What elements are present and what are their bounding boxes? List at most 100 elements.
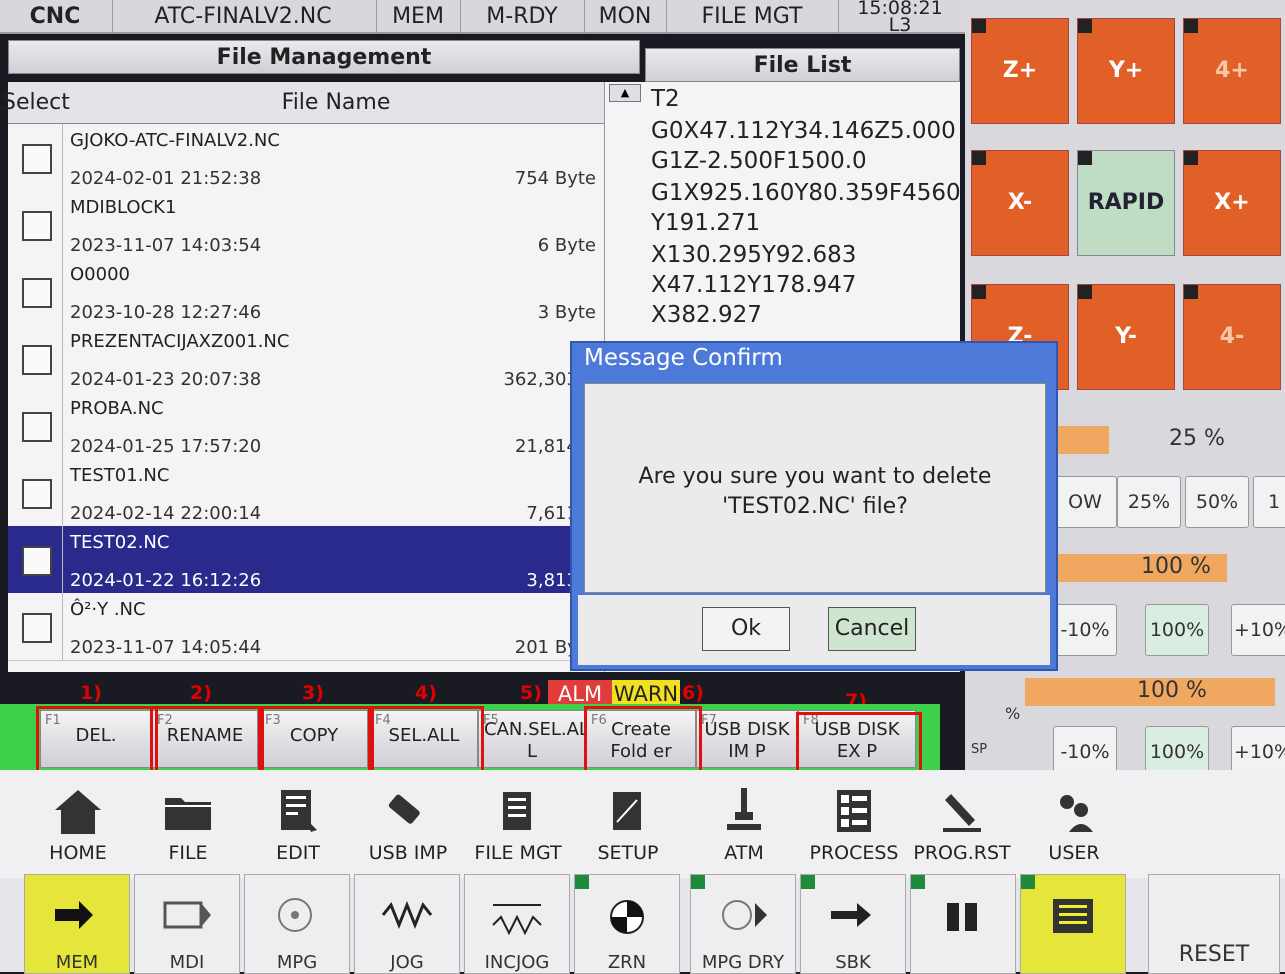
usb-icon <box>388 794 420 824</box>
cancel-button[interactable]: Cancel <box>828 607 916 651</box>
mode-zrn-button[interactable]: ZRN <box>574 874 680 974</box>
ok-button[interactable]: Ok <box>702 607 790 651</box>
file-table-header: Select File Name <box>2 82 604 124</box>
feed-override-plus[interactable]: +10% <box>1231 604 1285 656</box>
mode-label: MDI <box>169 952 205 973</box>
file-management-icon <box>503 792 531 830</box>
home-label: HOME <box>49 842 107 864</box>
file-name: PREZENTACIJAXZ001.NC <box>70 331 290 352</box>
softkey-rename[interactable]: F2 RENAME <box>152 710 258 768</box>
brand-logo: CNC <box>29 4 81 29</box>
mode-jog-button[interactable]: JOG <box>354 874 460 974</box>
mpg-dry-icon <box>722 900 767 930</box>
mode-label: ZRN <box>607 952 647 973</box>
rapid-override-25[interactable]: 25% <box>1117 476 1181 528</box>
setup-button[interactable]: SETUP <box>578 778 678 870</box>
mode-mpg-button[interactable]: MPG <box>244 874 350 974</box>
jog-4-plus-button[interactable]: 4+ <box>1183 18 1281 124</box>
softkey-select-all[interactable]: F4 SEL.ALL <box>370 710 478 768</box>
dialog-title: Message Confirm <box>584 345 783 371</box>
dialog-footer: Ok Cancel <box>578 595 1050 665</box>
file-mgt-button[interactable]: FILE MGT <box>468 778 568 870</box>
softkey-delete[interactable]: F1 DEL. <box>40 710 152 768</box>
jog-z-plus-button[interactable]: Z+ <box>971 18 1069 124</box>
mode-label: MPG DRY <box>701 952 785 973</box>
softkey-usb-export[interactable]: F8 USB DISK EX P <box>798 710 916 768</box>
mode-mem-button[interactable]: MEM <box>24 874 130 974</box>
prog-rst-button[interactable]: PROG.RST <box>912 778 1012 870</box>
usb-import-button[interactable]: USB IMP <box>358 778 458 870</box>
jog-label: Y+ <box>1108 58 1144 83</box>
atm-button[interactable]: ATM <box>694 778 794 870</box>
user-button[interactable]: USER <box>1024 778 1124 870</box>
code-line: G0X47.112Y34.146Z5.000 <box>651 118 956 144</box>
process-button[interactable]: PROCESS <box>804 778 904 870</box>
prog-rst-label: PROG.RST <box>913 842 1011 864</box>
table-row[interactable]: MDIBLOCK1 2023-11-07 14:03:54 6 Byte <box>8 191 604 259</box>
rapid-button[interactable]: RAPID <box>1077 150 1175 256</box>
scroll-up-button[interactable]: ▲ <box>609 84 641 102</box>
jog-x-minus-button[interactable]: X- <box>971 150 1069 256</box>
jog-label: X+ <box>1214 190 1250 215</box>
file-name-column-header: File Name <box>281 90 391 115</box>
table-row[interactable]: O0000 2023-10-28 12:27:46 3 Byte <box>8 258 604 326</box>
file-label: FILE <box>168 842 208 864</box>
row-checkbox[interactable] <box>22 479 52 509</box>
edit-button[interactable]: EDIT <box>248 778 348 870</box>
row-checkbox[interactable] <box>22 278 52 308</box>
file-date: 2024-02-01 21:52:38 <box>70 168 262 189</box>
code-line: X130.295Y92.683 <box>651 242 857 268</box>
row-checkbox[interactable] <box>22 211 52 241</box>
mode-mpg-dry-button[interactable]: MPG DRY <box>690 874 796 974</box>
row-checkbox[interactable] <box>22 613 52 643</box>
jog-4-minus-button[interactable]: 4- <box>1183 284 1281 390</box>
mode-incjog-button[interactable]: INCJOG <box>464 874 570 974</box>
feed-override-reset[interactable]: 100% <box>1145 604 1209 656</box>
status-bar: CNC ATC-FINALV2.NC MEM M-RDY MON FILE MG… <box>0 0 965 35</box>
rapid-override-low[interactable]: OW <box>1053 476 1117 528</box>
row-checkbox[interactable] <box>22 546 52 576</box>
softkey-copy[interactable]: F3 COPY <box>260 710 368 768</box>
reset-button[interactable]: RESET <box>1148 874 1280 974</box>
table-row[interactable]: PREZENTACIJAXZ001.NC 2024-01-23 20:07:38 3… <box>8 325 604 393</box>
jog-y-plus-button[interactable]: Y+ <box>1077 18 1175 124</box>
jog-y-minus-button[interactable]: Y- <box>1077 284 1175 390</box>
table-row[interactable]: TEST01.NC 2024-02-14 22:00:14 7,611 B <box>8 459 604 527</box>
table-row[interactable]: PROBA.NC 2024-01-25 17:57:20 21,814 B <box>8 392 604 460</box>
row-checkbox[interactable] <box>22 412 52 442</box>
home-button[interactable]: HOME <box>28 778 128 870</box>
mode-mdi-button[interactable]: MDI <box>134 874 240 974</box>
softkey-cancel-select-all[interactable]: F5 CAN.SEL.AL L <box>478 710 589 768</box>
table-row-selected[interactable]: TEST02.NC 2024-01-22 16:12:26 3,813 B <box>8 526 604 594</box>
reset-label: RESET <box>1178 942 1250 967</box>
softkey-usb-import[interactable]: F7 USB DISK IM P <box>696 710 798 768</box>
mon-indicator: MON <box>584 0 665 34</box>
jog-x-plus-button[interactable]: X+ <box>1183 150 1281 256</box>
spindle-override-value: 100 % <box>1137 678 1207 703</box>
process-label: PROCESS <box>809 842 899 864</box>
file-name: O0000 <box>70 264 130 285</box>
table-row[interactable]: GJOKO-ATC-FINALV2.NC 2024-02-01 21:52:38 7… <box>8 124 604 192</box>
file-size: 6 Byte <box>537 235 596 256</box>
feed-override-minus[interactable]: -10% <box>1053 604 1117 656</box>
mode-list-button[interactable] <box>1020 874 1126 974</box>
mode-pause-button[interactable] <box>910 874 1016 974</box>
confirm-dialog: Message Confirm Are you sure you want to… <box>570 341 1058 671</box>
atm-label: ATM <box>724 842 764 864</box>
row-checkbox[interactable] <box>22 345 52 375</box>
rapid-override-50[interactable]: 50% <box>1185 476 1249 528</box>
annotation-label: 4) <box>415 682 437 704</box>
softkey-label: USB DISK IM P <box>704 719 790 762</box>
row-checkbox[interactable] <box>22 144 52 174</box>
softkey-create-folder[interactable]: F6 Create Fold er <box>586 710 696 768</box>
softkey-label: CAN.SEL.AL L <box>484 719 589 762</box>
rapid-override-100[interactable]: 1 <box>1253 476 1285 528</box>
usb-import-label: USB IMP <box>368 842 448 864</box>
clock: 15:08:21 L3 <box>838 0 961 35</box>
table-row[interactable]: Ô²·Y .NC 2023-11-07 14:05:44 201 Byte <box>8 593 604 661</box>
mode-sbk-button[interactable]: SBK <box>800 874 906 974</box>
user-label: USER <box>1048 842 1100 864</box>
file-date: 2024-01-25 17:57:20 <box>70 436 262 457</box>
file-button[interactable]: FILE <box>138 778 238 870</box>
list-icon <box>1053 899 1093 933</box>
